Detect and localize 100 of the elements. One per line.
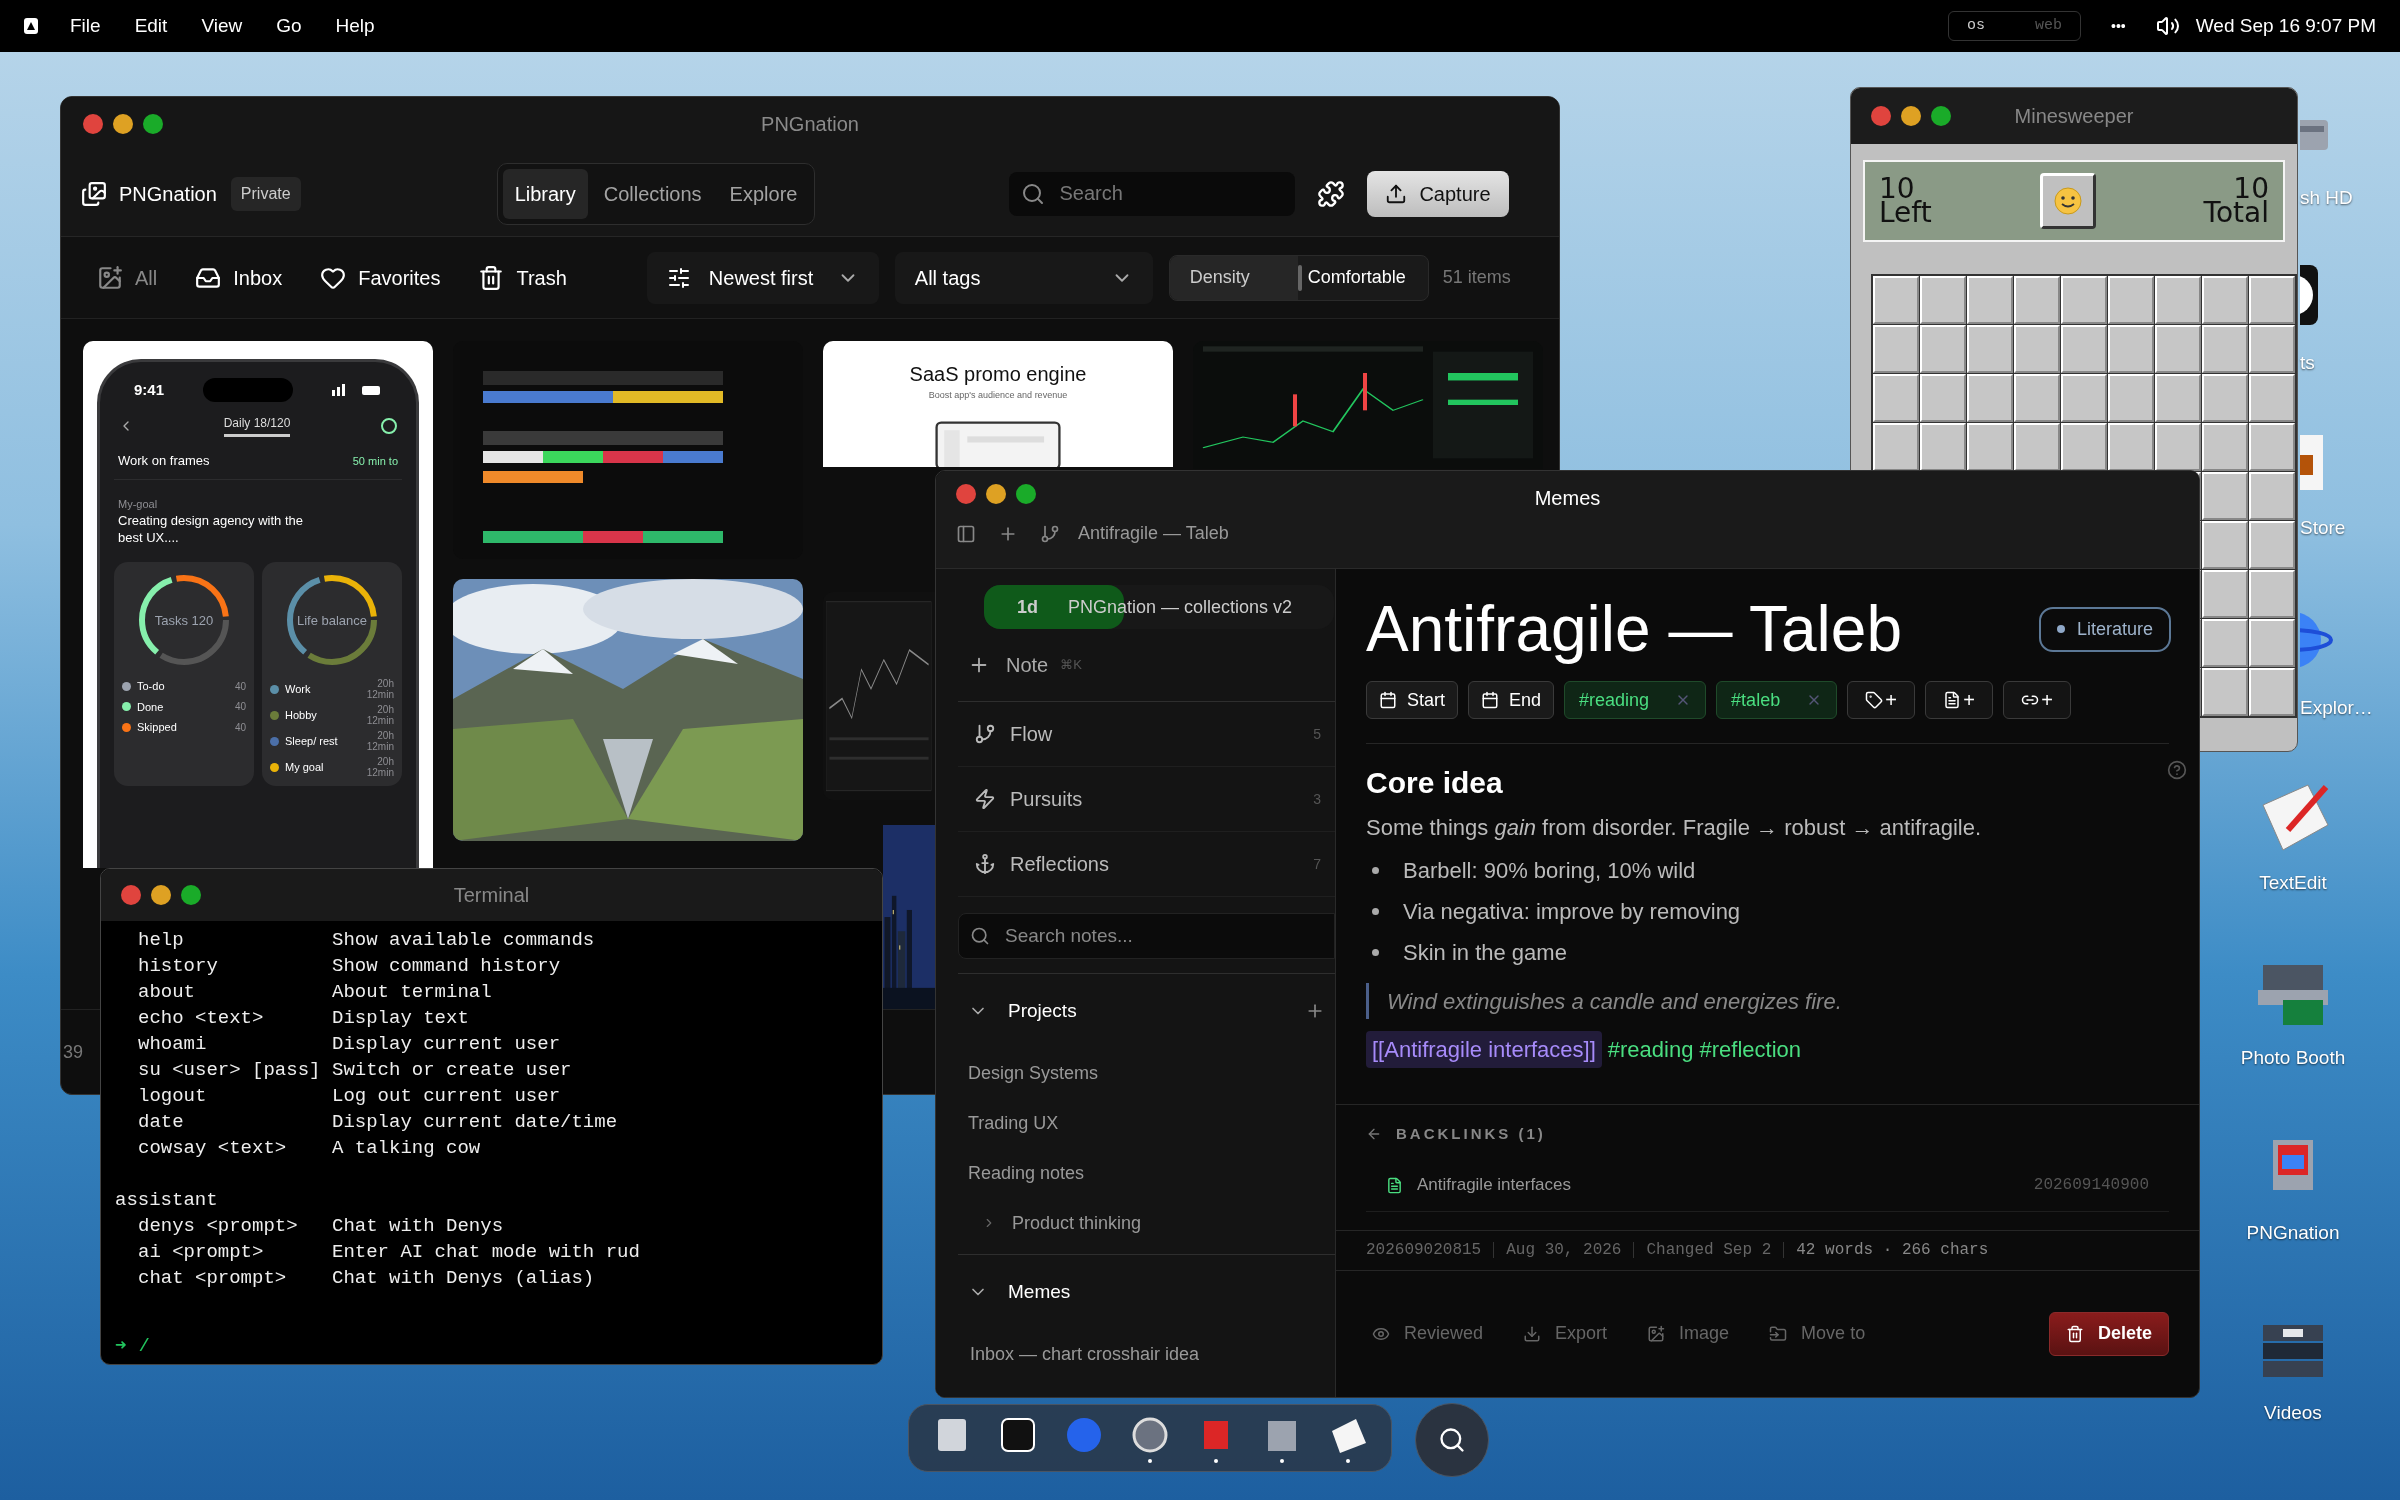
mine-cell[interactable] <box>2014 276 2060 324</box>
mine-cell[interactable] <box>2202 619 2248 667</box>
mine-cell[interactable] <box>1873 276 1919 324</box>
mine-cell[interactable] <box>1873 423 1919 471</box>
zoom-button[interactable] <box>1016 484 1036 504</box>
sidebar-item[interactable]: Product thinking <box>958 1198 1142 1248</box>
minimize-button[interactable] <box>113 114 133 134</box>
date-button[interactable]: End <box>1468 681 1555 719</box>
mine-cell[interactable] <box>2249 423 2295 471</box>
mine-cell[interactable] <box>2249 521 2295 569</box>
mine-cell[interactable] <box>2249 374 2295 422</box>
mine-cell[interactable] <box>1873 325 1919 373</box>
sidebar-toggle-icon[interactable] <box>956 523 976 544</box>
mine-cell[interactable] <box>1967 423 2013 471</box>
nav-item[interactable]: Reflections 7 <box>958 832 1335 897</box>
sidebar-item[interactable]: Design Systems <box>958 1048 1099 1098</box>
menu-item[interactable]: View <box>201 11 243 41</box>
zoom-button[interactable] <box>181 885 201 905</box>
delete-button[interactable]: Delete <box>2048 1311 2169 1356</box>
add-button[interactable]: + <box>1925 681 1994 719</box>
section-header[interactable]: Projects <box>968 996 1077 1026</box>
zoom-button[interactable] <box>143 114 163 134</box>
filter-button[interactable]: Trash <box>478 262 567 293</box>
branch-icon[interactable] <box>1040 523 1060 544</box>
mine-cell[interactable] <box>2202 325 2248 373</box>
help-icon[interactable] <box>2167 760 2187 780</box>
minimize-button[interactable] <box>986 484 1006 504</box>
mine-cell[interactable] <box>2202 521 2248 569</box>
sort-dropdown[interactable]: Newest first <box>646 251 879 304</box>
mine-cell[interactable] <box>2249 276 2295 324</box>
mine-cell[interactable] <box>1967 325 2013 373</box>
backlink-row[interactable]: Antifragile interfaces 202609140900 <box>1366 1159 2169 1212</box>
mine-cell[interactable] <box>2249 472 2295 520</box>
menu-item[interactable]: File <box>70 11 101 41</box>
zoom-button[interactable] <box>1931 106 1951 126</box>
mine-cell[interactable] <box>2249 668 2295 716</box>
filter-button[interactable]: Inbox <box>195 262 283 293</box>
minimize-button[interactable] <box>151 885 171 905</box>
filter-button[interactable]: Favorites <box>320 262 441 293</box>
density-toggle[interactable]: Density Comfortable <box>1168 254 1429 301</box>
tag-chip[interactable]: #taleb <box>1716 681 1838 719</box>
mine-cell[interactable] <box>2014 325 2060 373</box>
sidebar-item[interactable]: Inbox — chart crosshair idea <box>958 1329 1200 1379</box>
smiley-button[interactable] <box>2039 173 2096 229</box>
mine-cell[interactable] <box>2202 570 2248 618</box>
add-button[interactable]: + <box>1847 681 1916 719</box>
mine-cell[interactable] <box>2202 472 2248 520</box>
mine-cell[interactable] <box>1920 423 1966 471</box>
date-button[interactable]: Start <box>1366 681 1458 719</box>
mine-cell[interactable] <box>1873 374 1919 422</box>
mine-cell[interactable] <box>2061 325 2107 373</box>
system-menu-icon[interactable] <box>24 18 38 34</box>
hashtags[interactable]: #reading #reflection <box>1607 1033 1802 1066</box>
desktop-icon-label[interactable]: Videos <box>2264 1399 2322 1428</box>
menu-item[interactable]: Edit <box>134 11 168 41</box>
notes-search-field[interactable]: Search notes... <box>958 913 1335 959</box>
tab[interactable]: Explore <box>717 168 810 219</box>
tab[interactable]: Library <box>502 168 588 219</box>
close-button[interactable] <box>121 885 141 905</box>
mine-cell[interactable] <box>2061 276 2107 324</box>
mine-cell[interactable] <box>2249 325 2295 373</box>
mine-cell[interactable] <box>2202 423 2248 471</box>
desktop-icon-label[interactable]: Photo Booth <box>2240 1044 2346 1073</box>
clock[interactable]: Wed Sep 16 9:07 PM <box>2195 11 2376 41</box>
mine-cell[interactable] <box>2155 423 2201 471</box>
mine-cell[interactable] <box>2108 325 2154 373</box>
new-note-button[interactable]: Note ⌘K <box>968 643 1335 687</box>
mine-cell[interactable] <box>2061 374 2107 422</box>
mine-cell[interactable] <box>2108 374 2154 422</box>
capture-button[interactable]: Capture <box>1367 170 1509 217</box>
mine-cell[interactable] <box>1967 276 2013 324</box>
mine-cell[interactable] <box>2061 423 2107 471</box>
sidebar-item[interactable]: Reading notes <box>958 1148 1085 1198</box>
category-badge[interactable]: Literature <box>2038 606 2171 652</box>
mine-cell[interactable] <box>2155 276 2201 324</box>
more-menu[interactable]: ••• <box>2111 15 2126 37</box>
nav-item[interactable]: Pursuits 3 <box>958 767 1335 832</box>
wiki-link[interactable]: [[Antifragile interfaces]] <box>1366 1031 1602 1068</box>
nav-item[interactable]: Flow 5 <box>958 702 1335 767</box>
desktop-icon-label[interactable]: PNGnation <box>2246 1219 2340 1248</box>
menu-item[interactable]: Help <box>335 11 375 41</box>
section-header[interactable]: Memes <box>968 1277 1071 1307</box>
tags-dropdown[interactable]: All tags <box>894 251 1153 304</box>
menu-item[interactable]: Go <box>276 11 302 41</box>
close-button[interactable] <box>956 484 976 504</box>
mine-cell[interactable] <box>2249 570 2295 618</box>
puzzle-icon[interactable] <box>1317 179 1346 208</box>
volume-icon[interactable] <box>2155 14 2180 38</box>
mine-cell[interactable] <box>1920 374 1966 422</box>
mine-cell[interactable] <box>2249 619 2295 667</box>
mine-cell[interactable] <box>2202 374 2248 422</box>
mine-cell[interactable] <box>2108 423 2154 471</box>
sidebar-item[interactable]: Trading UX <box>958 1098 1059 1148</box>
mine-cell[interactable] <box>2155 325 2201 373</box>
close-button[interactable] <box>83 114 103 134</box>
tab[interactable]: Collections <box>591 168 714 219</box>
search-field[interactable]: Search <box>1009 171 1296 216</box>
mine-cell[interactable] <box>1967 374 2013 422</box>
mine-cell[interactable] <box>1920 325 1966 373</box>
thumbnail-card[interactable]: SaaS promo engine Boost app's audience and revenue <box>823 341 1173 467</box>
